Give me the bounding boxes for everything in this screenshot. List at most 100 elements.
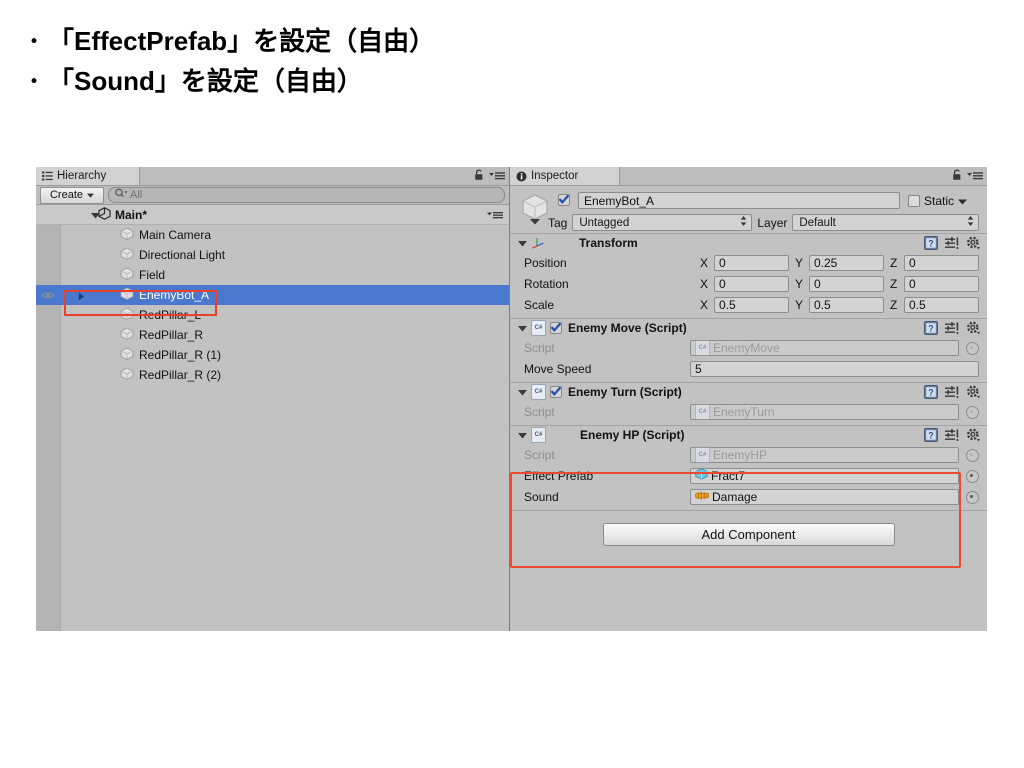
hierarchy-icon	[42, 171, 53, 181]
gear-icon[interactable]	[966, 385, 981, 402]
hierarchy-item-label: Field	[139, 268, 166, 282]
static-label: Static	[924, 194, 955, 208]
position-x-input[interactable]: 0	[714, 254, 789, 271]
hierarchy-item-field[interactable]: Field	[36, 265, 509, 285]
layer-dropdown[interactable]: Default	[792, 214, 979, 231]
preset-icon[interactable]	[945, 321, 959, 338]
unity-editor-window: Hierarchy Create All Main* Main Camera D…	[36, 167, 987, 631]
scene-root-row[interactable]: Main*	[36, 205, 509, 225]
object-picker-icon[interactable]	[966, 449, 979, 462]
hierarchy-item-redpillar-r-2[interactable]: RedPillar_R (2)	[36, 365, 509, 385]
gameobject-cube-icon	[120, 327, 134, 343]
csharp-script-icon: C#	[695, 403, 710, 420]
expand-arrow-icon[interactable]	[78, 290, 85, 304]
gear-icon[interactable]	[966, 236, 981, 253]
position-z-input[interactable]: 0	[904, 254, 979, 271]
static-checkbox[interactable]	[908, 195, 920, 207]
rotation-vector: X 0 Y 0 Z 0	[700, 275, 979, 292]
effect-prefab-label: Effect Prefab	[524, 468, 594, 483]
hierarchy-item-redpillar-l[interactable]: RedPillar_L	[36, 305, 509, 325]
position-y-input[interactable]: 0.25	[809, 254, 884, 271]
static-dropdown-icon[interactable]	[958, 194, 968, 208]
lock-icon[interactable]	[952, 169, 962, 184]
position-vector: X 0 Y 0.25 Z 0	[700, 254, 979, 271]
component-enabled-checkbox[interactable]	[550, 386, 562, 398]
sound-object-field[interactable]: Damage	[690, 488, 959, 505]
tab-inspector[interactable]: Inspector	[510, 167, 620, 185]
object-picker-icon[interactable]	[966, 342, 979, 355]
effect-prefab-object-field[interactable]: Fract7	[690, 467, 959, 484]
object-picker-icon[interactable]	[966, 491, 979, 504]
preset-icon[interactable]	[945, 428, 959, 445]
script-label: Script	[524, 404, 555, 419]
scene-menu-icon[interactable]	[487, 209, 503, 223]
csharp-script-icon: C#	[531, 320, 546, 336]
position-z-value: 0	[909, 255, 916, 270]
scale-x-input[interactable]: 0.5	[714, 296, 789, 313]
help-icon[interactable]: ?	[924, 428, 938, 445]
hierarchy-item-enemybot-a[interactable]: EnemyBot_A	[36, 285, 509, 305]
foldout-icon[interactable]	[518, 236, 527, 250]
lock-icon[interactable]	[474, 169, 484, 184]
component-enemy-hp-header[interactable]: C# Enemy HP (Script) ?	[510, 426, 987, 444]
rotation-y-input[interactable]: 0	[809, 275, 884, 292]
help-icon[interactable]: ?	[924, 385, 938, 402]
enemy-turn-script-field[interactable]: C# EnemyTurn	[690, 403, 959, 420]
hierarchy-item-label: RedPillar_R (2)	[139, 368, 222, 382]
gameobject-cube-icon	[520, 193, 550, 228]
help-icon[interactable]: ?	[924, 321, 938, 338]
component-header-icons: ?	[924, 321, 981, 338]
scale-y-input[interactable]: 0.5	[809, 296, 884, 313]
component-enemy-turn-header[interactable]: C# Enemy Turn (Script) ?	[510, 383, 987, 401]
effect-prefab-value: Fract7	[711, 468, 746, 483]
component-transform-header[interactable]: Transform ?	[510, 234, 987, 252]
gameobject-name-input[interactable]: EnemyBot_A	[578, 192, 900, 209]
enemy-turn-script-value: EnemyTurn	[713, 404, 775, 419]
create-button[interactable]: Create	[40, 186, 104, 204]
add-component-button[interactable]: Add Component	[602, 523, 895, 546]
rotation-x-input[interactable]: 0	[714, 275, 789, 292]
component-enemy-move-header[interactable]: C# Enemy Move (Script) ?	[510, 319, 987, 337]
help-icon[interactable]: ?	[924, 236, 938, 253]
panel-menu-icon[interactable]	[489, 170, 505, 184]
scene-foldout-icon[interactable]	[91, 208, 100, 222]
search-input-text: All	[130, 189, 143, 201]
gameobject-cube-icon	[120, 247, 134, 263]
rotation-z-input[interactable]: 0	[904, 275, 979, 292]
panel-menu-icon[interactable]	[967, 170, 983, 184]
preset-icon[interactable]	[945, 236, 959, 253]
chevron-down-icon	[87, 189, 95, 201]
tag-dropdown[interactable]: Untagged	[572, 214, 753, 231]
enemy-hp-script-row: Script C# EnemyHP	[510, 444, 987, 465]
component-enabled-checkbox[interactable]	[550, 322, 562, 334]
axis-x-label: X	[700, 255, 709, 270]
enemy-hp-script-field[interactable]: C# EnemyHP	[690, 446, 959, 463]
search-input[interactable]: All	[108, 187, 505, 203]
hierarchy-item-redpillar-r-1[interactable]: RedPillar_R (1)	[36, 345, 509, 365]
hierarchy-item-label: RedPillar_R	[139, 328, 204, 342]
visibility-eye-icon[interactable]	[41, 289, 55, 303]
foldout-icon[interactable]	[518, 385, 527, 399]
foldout-icon[interactable]	[518, 428, 527, 442]
gameobject-enabled-checkbox[interactable]	[558, 194, 570, 209]
gear-icon[interactable]	[966, 428, 981, 445]
foldout-icon[interactable]	[518, 321, 527, 335]
stepper-icon	[740, 215, 747, 230]
move-speed-input[interactable]: 5	[690, 360, 979, 377]
axis-z-label: Z	[890, 297, 898, 312]
scale-z-input[interactable]: 0.5	[904, 296, 979, 313]
csharp-script-icon: C#	[531, 384, 546, 400]
scale-y-value: 0.5	[814, 297, 831, 312]
component-header-icons: ?	[924, 236, 981, 253]
hierarchy-item-directional-light[interactable]: Directional Light	[36, 245, 509, 265]
object-picker-icon[interactable]	[966, 406, 979, 419]
static-toggle[interactable]: Static	[908, 194, 968, 208]
hierarchy-item-main-camera[interactable]: Main Camera	[36, 225, 509, 245]
hierarchy-item-redpillar-r[interactable]: RedPillar_R	[36, 325, 509, 345]
tab-hierarchy[interactable]: Hierarchy	[36, 167, 140, 185]
enemy-move-script-field[interactable]: C# EnemyMove	[690, 339, 959, 356]
preset-icon[interactable]	[945, 385, 959, 402]
object-picker-icon[interactable]	[966, 470, 979, 483]
hierarchy-item-label: Directional Light	[139, 248, 226, 262]
gear-icon[interactable]	[966, 321, 981, 338]
